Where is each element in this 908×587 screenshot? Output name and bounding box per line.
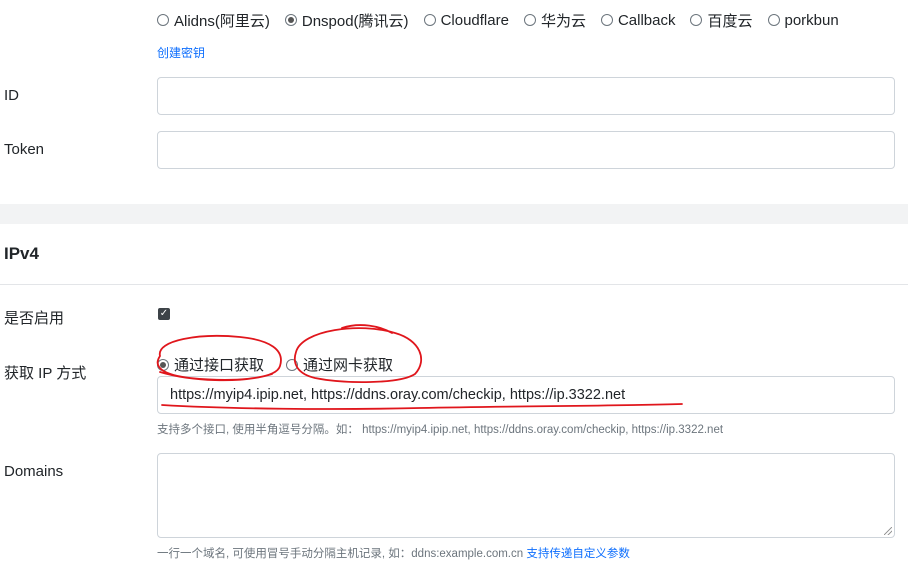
radio-indicator[interactable]: [157, 14, 169, 26]
custom-params-link[interactable]: 支持传递自定义参数: [526, 548, 630, 560]
radio-option-porkbun[interactable]: porkbun: [767, 11, 839, 29]
enable-checkbox[interactable]: ✓: [158, 308, 170, 320]
radio-option-baiducloud[interactable]: 百度云: [690, 10, 753, 31]
id-label: ID: [4, 87, 19, 104]
get-ip-method-label: 获取 IP 方式: [4, 365, 87, 382]
radio-indicator[interactable]: [157, 358, 169, 371]
ip-method-api-option[interactable]: 通过接口获取: [157, 354, 264, 375]
radio-label: Callback: [617, 11, 676, 29]
radio-label: Cloudflare: [440, 11, 509, 29]
radio-label: 通过接口获取: [174, 357, 265, 374]
token-label: Token: [4, 141, 45, 158]
radio-indicator[interactable]: [423, 14, 436, 26]
radio-option-alidns[interactable]: Alidns(阿里云): [157, 10, 270, 31]
section-title-ipv4: IPv4: [4, 244, 39, 263]
radio-label: 华为云: [540, 12, 586, 30]
domains-textarea[interactable]: [157, 453, 895, 538]
radio-indicator[interactable]: [690, 14, 703, 26]
radio-indicator[interactable]: [600, 14, 613, 26]
radio-label: 通过网卡获取: [303, 357, 394, 374]
radio-label: Alidns(阿里云): [174, 12, 270, 30]
domains-help-text: 一行一个域名, 可使用冒号手动分隔主机记录, 如：ddns:example.co…: [157, 548, 524, 560]
domains-help: 一行一个域名, 可使用冒号手动分隔主机记录, 如：ddns:example.co…: [157, 545, 630, 561]
radio-label: 百度云: [707, 12, 753, 30]
radio-indicator[interactable]: [284, 14, 297, 26]
create-key-link[interactable]: 创建密钥: [157, 44, 205, 61]
enable-label: 是否启用: [4, 310, 65, 327]
radio-indicator[interactable]: [523, 14, 536, 26]
domains-label: Domains: [4, 463, 64, 480]
radio-label: Dnspod(腾讯云): [301, 12, 409, 30]
section-divider: [0, 284, 908, 285]
radio-option-cloudflare[interactable]: Cloudflare: [423, 11, 509, 29]
radio-option-huaweicloud[interactable]: 华为云: [523, 10, 586, 31]
resize-grip-icon[interactable]: [884, 527, 892, 535]
section-separator: [0, 204, 908, 224]
radio-option-callback[interactable]: Callback: [600, 11, 676, 29]
token-input[interactable]: [157, 131, 895, 169]
radio-indicator[interactable]: [286, 358, 298, 371]
id-input[interactable]: [157, 77, 895, 115]
radio-option-dnspod[interactable]: Dnspod(腾讯云): [284, 10, 409, 31]
radio-indicator[interactable]: [767, 14, 780, 26]
ip-method-nic-option[interactable]: 通过网卡获取: [286, 354, 393, 375]
ip-api-url-input[interactable]: [157, 376, 895, 414]
radio-label: porkbun: [784, 11, 839, 29]
dns-provider-radio-group: Alidns(阿里云) Dnspod(腾讯云) Cloudflare 华为云 C…: [157, 9, 854, 31]
ip-api-help-text: 支持多个接口, 使用半角逗号分隔。如： https://myip4.ipip.n…: [157, 424, 724, 436]
